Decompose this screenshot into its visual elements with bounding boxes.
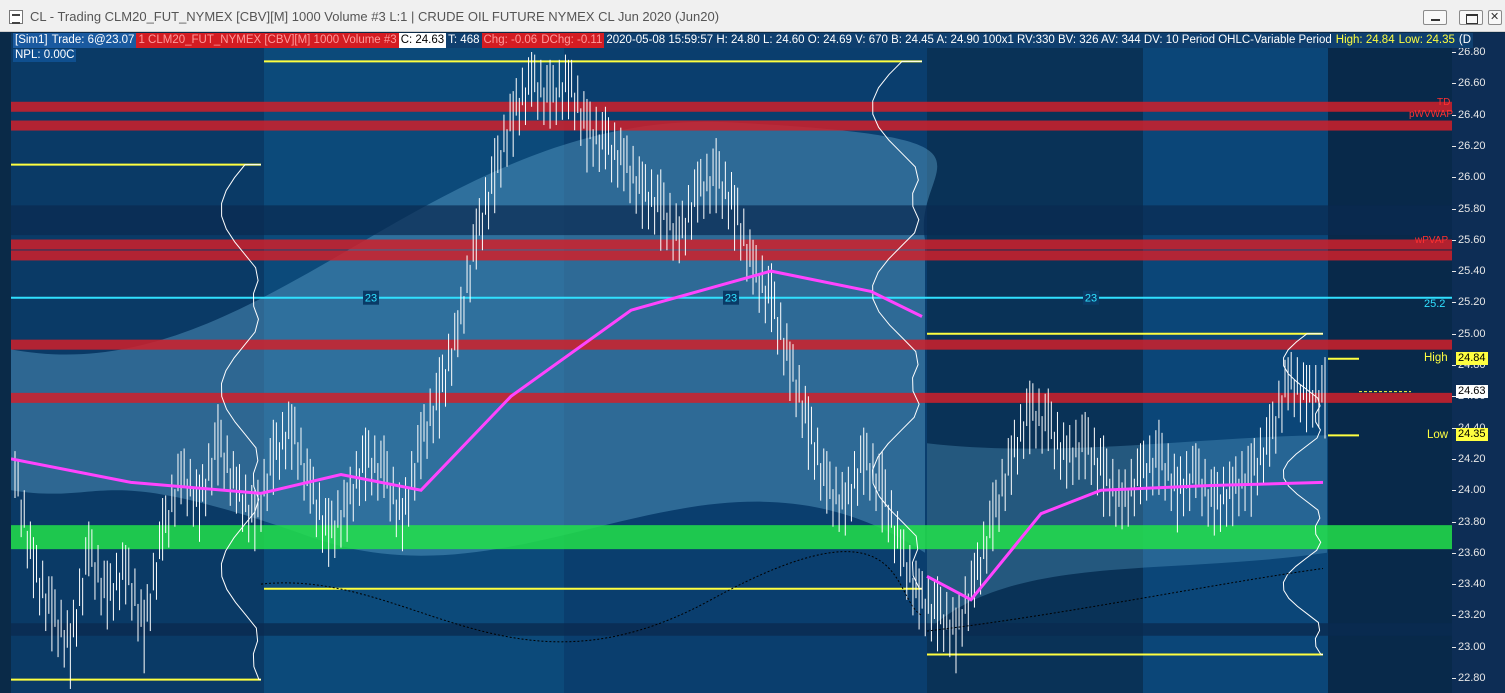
price-tick-label: 25.00 <box>1458 327 1486 340</box>
high-label: High: 24.84 <box>1333 33 1397 48</box>
price-tick-label: 23.80 <box>1458 515 1486 528</box>
dark-band-low <box>11 623 1452 636</box>
price-tick-mark <box>1452 521 1456 523</box>
npl-label: NPL: 0.00C <box>13 49 77 62</box>
price-tick-mark <box>1452 584 1456 586</box>
high-text: High <box>1424 352 1448 364</box>
price-tick-mark <box>1452 615 1456 617</box>
cyan-right-label: 25.2 <box>1424 298 1446 310</box>
current-price-tag: 24.63 <box>1456 385 1488 398</box>
app-icon <box>9 10 23 24</box>
low-label: Low: 24.35 <box>1396 33 1457 48</box>
price-tick-mark <box>1452 239 1456 241</box>
price-tick-label: 26.20 <box>1458 139 1486 152</box>
price-tick-label: 23.40 <box>1458 578 1486 591</box>
restore-icon[interactable] <box>1459 10 1483 25</box>
price-tick-mark <box>1452 365 1456 366</box>
red-level-band <box>11 239 1452 250</box>
price-tick-label: 26.40 <box>1458 108 1486 121</box>
trades-label: T: 468 <box>446 33 482 48</box>
price-tick-mark <box>1452 552 1456 554</box>
cyan-level-tag: 23 <box>365 293 377 305</box>
account-label: [Sim1] <box>13 33 50 48</box>
price-tick-mark <box>1452 646 1456 648</box>
chart-plot-area[interactable]: 23 23 23 <box>11 33 1452 693</box>
price-tick-label: 25.20 <box>1458 296 1486 309</box>
cyan-level-tag: 23 <box>725 293 737 305</box>
price-tick-mark <box>1452 333 1456 335</box>
pwvwap-label: pWVWAP <box>1409 109 1454 120</box>
price-tick-mark <box>1452 458 1456 460</box>
price-tick-label: 24.20 <box>1458 452 1486 465</box>
last-price-label: C: 24.63 <box>398 33 447 48</box>
trailing-label: (D <box>1456 33 1474 48</box>
price-tick-mark <box>1452 271 1456 273</box>
trade-label: Trade: 6@23.07 <box>49 33 137 48</box>
price-tick-label: 25.60 <box>1458 233 1486 246</box>
price-tick-label: 25.80 <box>1458 202 1486 215</box>
price-tick-mark <box>1452 208 1456 210</box>
price-tick-label: 23.00 <box>1458 640 1486 653</box>
red-level-band <box>11 339 1452 350</box>
price-tick-label: 22.80 <box>1458 672 1486 684</box>
cyan-level-tag: 23 <box>1085 293 1097 305</box>
price-tick-label: 26.00 <box>1458 171 1486 184</box>
session-column <box>1143 33 1328 693</box>
minimize-icon[interactable] <box>1423 10 1447 25</box>
price-tick-label: 24.00 <box>1458 484 1486 497</box>
red-level-band <box>11 120 1452 131</box>
bar-info-label: 2020-05-08 15:59:57 H: 24.80 L: 24.60 O:… <box>604 33 1334 48</box>
change-label: Chg: -0.06 <box>481 33 540 48</box>
high-value-tag: 24.84 <box>1456 352 1488 365</box>
price-tick-mark <box>1452 302 1456 304</box>
symbol-label: 1 CLM20_FUT_NYMEX [CBV][M] 1000 Volume #… <box>136 33 399 48</box>
price-tick-mark <box>1452 678 1456 679</box>
daily-change-label: DChg: -0.11 <box>539 33 605 48</box>
price-tick-mark <box>1452 52 1456 53</box>
window-titlebar: CL - Trading CLM20_FUT_NYMEX [CBV][M] 10… <box>0 0 1505 32</box>
price-tick-mark <box>1452 177 1456 179</box>
low-value-tag: 24.35 <box>1456 428 1488 441</box>
price-tick-mark <box>1452 83 1456 85</box>
low-text: Low <box>1427 429 1449 441</box>
red-level-band <box>11 250 1452 261</box>
price-tick-label: 26.60 <box>1458 77 1486 90</box>
price-tick-mark <box>1452 145 1456 147</box>
chart-header: [Sim1] Trade: 6@23.07 1 CLM20_FUT_NYMEX [C… <box>13 33 1474 48</box>
price-tick-mark <box>1452 490 1456 492</box>
red-level-band <box>11 392 1452 403</box>
price-tick-label: 23.20 <box>1458 609 1486 622</box>
window-title: CL - Trading CLM20_FUT_NYMEX [CBV][M] 10… <box>30 9 720 24</box>
red-level-band <box>11 101 1452 112</box>
price-tick-label: 23.60 <box>1458 546 1486 559</box>
close-icon[interactable]: ✕ <box>1488 10 1502 25</box>
green-level-band <box>11 525 1452 550</box>
price-chart[interactable]: 23 23 23 <box>11 33 1452 693</box>
price-tick-label: 25.40 <box>1458 265 1486 278</box>
wpvap-label: wPVAP <box>1415 235 1449 246</box>
